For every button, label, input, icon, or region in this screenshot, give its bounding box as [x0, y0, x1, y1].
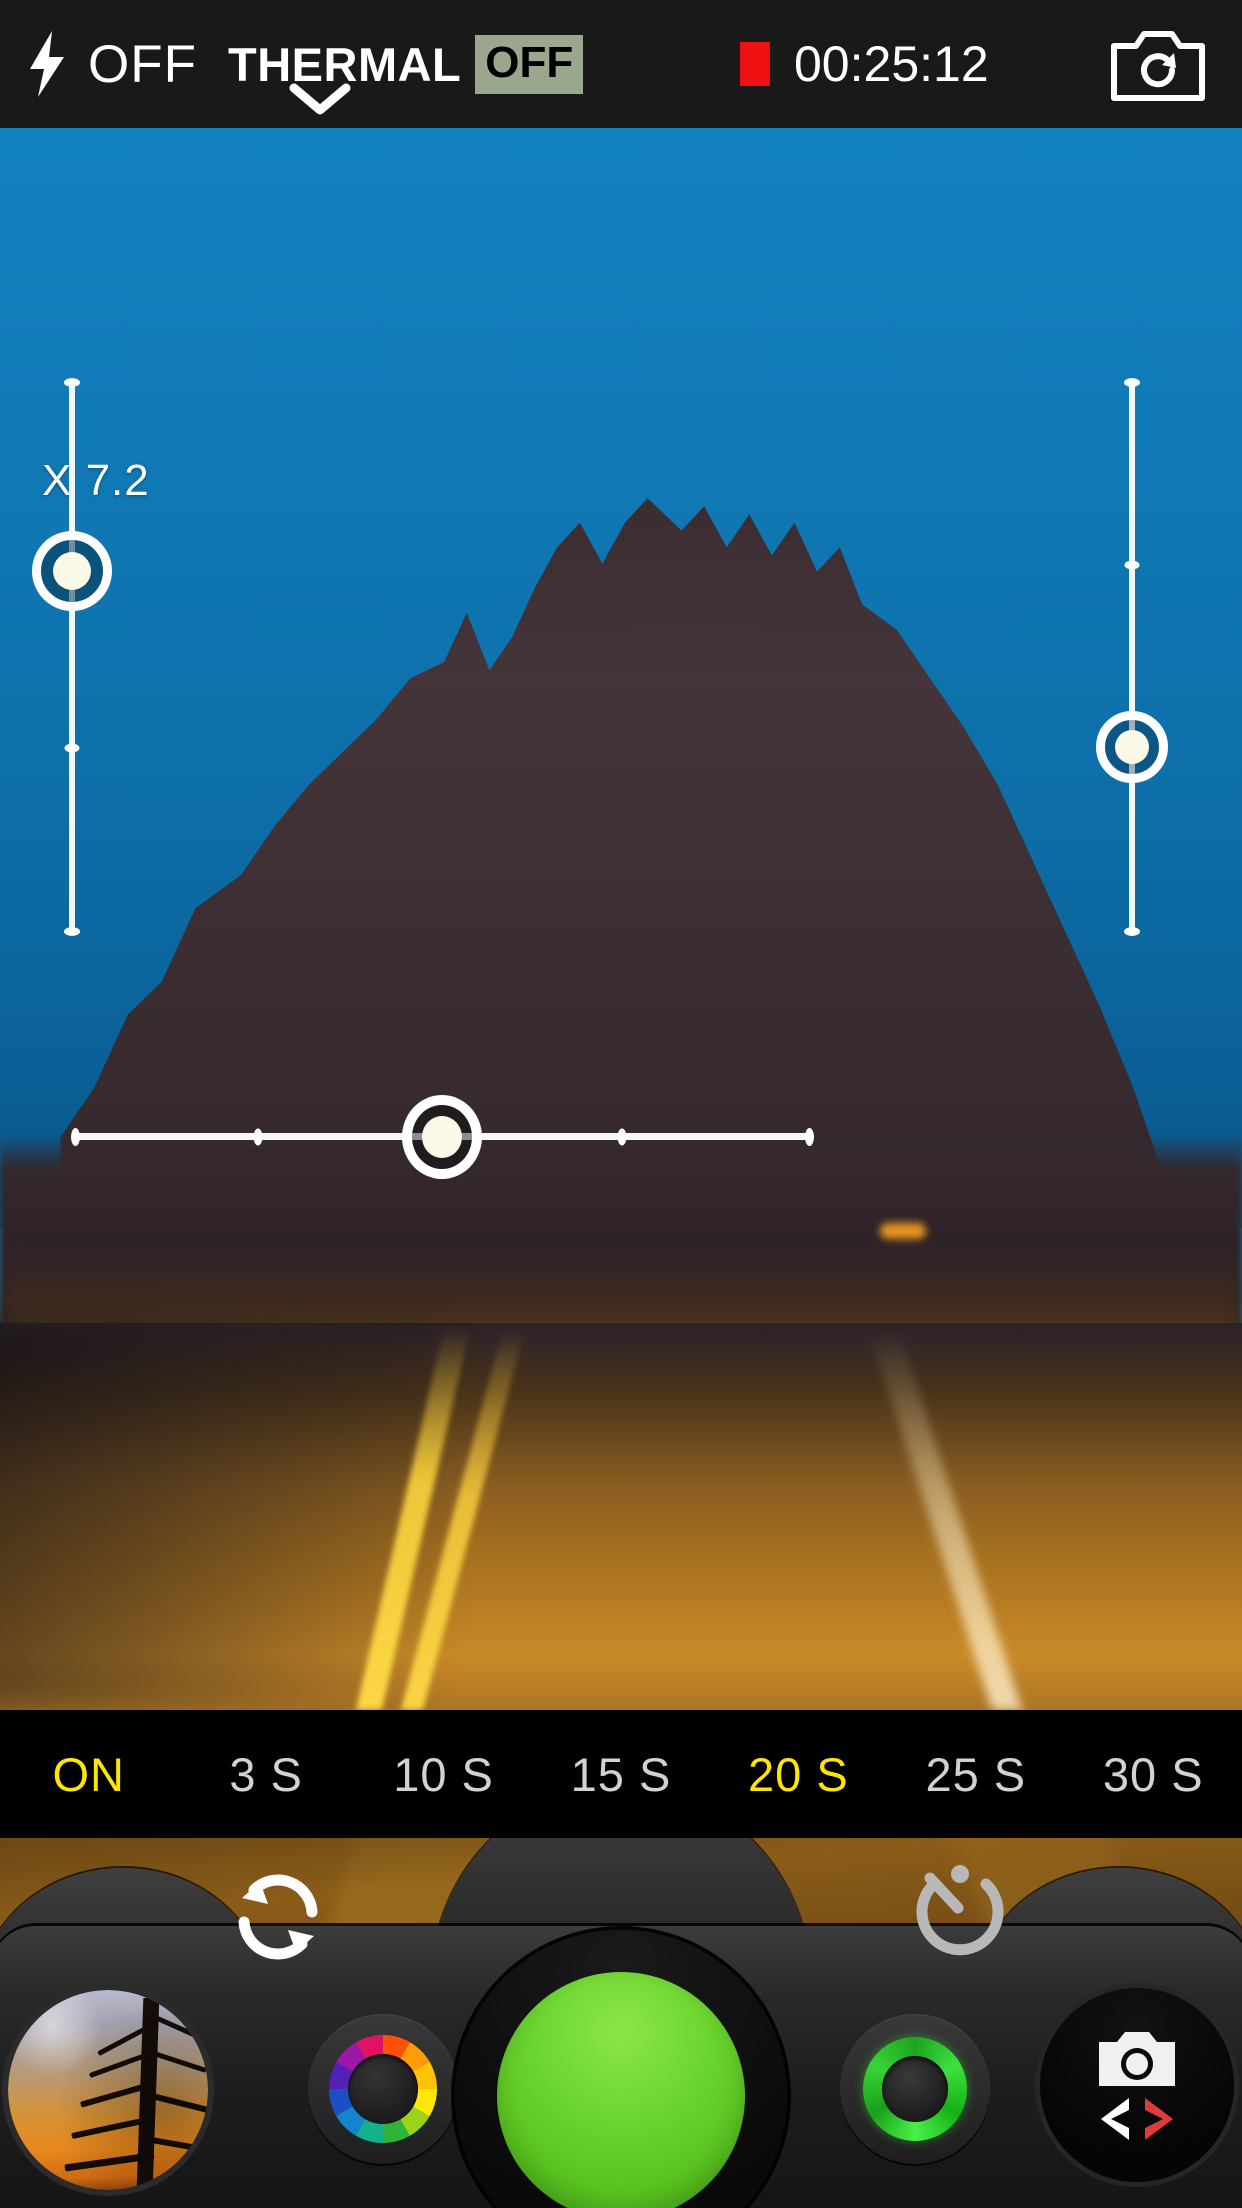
timer-option-10s[interactable]: 10 S: [355, 1747, 532, 1802]
slider-cap-top: [1124, 378, 1140, 387]
exposure-slider-knob[interactable]: [1096, 711, 1168, 783]
zoom-level-label: X 7.2: [42, 456, 150, 505]
camera-nav-chevrons: [1099, 2096, 1175, 2142]
timer-option-20s[interactable]: 20 S: [710, 1747, 887, 1802]
self-timer-options[interactable]: ON 3 S 10 S 15 S 20 S 25 S 30 S: [0, 1710, 1242, 1838]
chevron-right-icon[interactable]: [1141, 2096, 1175, 2142]
self-timer-icon[interactable]: [906, 1860, 1014, 1968]
knob-center-dot: [53, 552, 91, 590]
top-status-bar: OFF THERMAL OFF 00:25:12: [0, 0, 1242, 128]
knob-center-dot: [422, 1116, 462, 1158]
timer-option-on[interactable]: ON: [0, 1747, 177, 1802]
knob-center-dot: [1115, 730, 1149, 764]
camera-app-screen: OFF THERMAL OFF 00:25:12 X 7.2 ON 3 S 10…: [0, 0, 1242, 2208]
green-ring-icon: [863, 2037, 967, 2141]
green-ring-button[interactable]: [840, 2014, 990, 2164]
camera-refresh-icon[interactable]: [1110, 24, 1206, 104]
focus-slider-knob[interactable]: [402, 1095, 482, 1179]
chevron-down-icon[interactable]: [288, 82, 352, 116]
distant-light: [880, 1223, 926, 1239]
gallery-thumbnail[interactable]: [8, 1990, 208, 2190]
timer-option-15s[interactable]: 15 S: [532, 1747, 709, 1802]
green-ring-hole: [882, 2056, 948, 2122]
camera-mode-nav-button[interactable]: [1040, 1988, 1234, 2182]
slider-cap-top: [64, 378, 80, 387]
switch-camera-refresh-icon[interactable]: [222, 1860, 334, 1972]
slider-cap-right: [805, 1127, 814, 1146]
flash-toggle[interactable]: OFF: [28, 0, 197, 128]
color-wheel-hole: [348, 2054, 418, 2124]
slider-cap-bottom: [1124, 927, 1140, 936]
bottom-control-bar: [0, 1838, 1242, 2208]
camera-icon: [1099, 2032, 1175, 2086]
slider-tick: [617, 1128, 627, 1145]
thumbnail-vignette: [8, 1990, 208, 2190]
slider-tick: [1124, 560, 1140, 570]
chevron-left-icon[interactable]: [1099, 2096, 1133, 2142]
zoom-slider-knob[interactable]: [32, 531, 112, 611]
camera-viewfinder[interactable]: X 7.2: [0, 128, 1242, 1710]
record-dot-icon: [740, 42, 770, 86]
slider-tick: [64, 743, 80, 753]
timer-option-30s[interactable]: 30 S: [1065, 1747, 1242, 1802]
thumbnail-image: [8, 1990, 208, 2190]
flash-label: OFF: [88, 34, 197, 94]
shutter-inner: [497, 1972, 745, 2208]
thermal-value-badge: OFF: [475, 34, 584, 94]
lightning-bolt-icon: [30, 31, 64, 97]
slider-cap-bottom: [64, 927, 80, 936]
recording-time: 00:25:12: [794, 36, 989, 92]
thermal-toggle[interactable]: THERMAL OFF: [228, 0, 584, 128]
slider-tick: [253, 1128, 263, 1145]
timer-option-25s[interactable]: 25 S: [887, 1747, 1064, 1802]
color-wheel-icon: [329, 2035, 437, 2143]
recording-indicator: 00:25:12: [740, 0, 989, 128]
timer-option-3s[interactable]: 3 S: [177, 1747, 354, 1802]
slider-cap-left: [71, 1127, 80, 1146]
color-wheel-button[interactable]: [308, 2014, 458, 2164]
exposure-slider-track[interactable]: [1124, 378, 1140, 936]
